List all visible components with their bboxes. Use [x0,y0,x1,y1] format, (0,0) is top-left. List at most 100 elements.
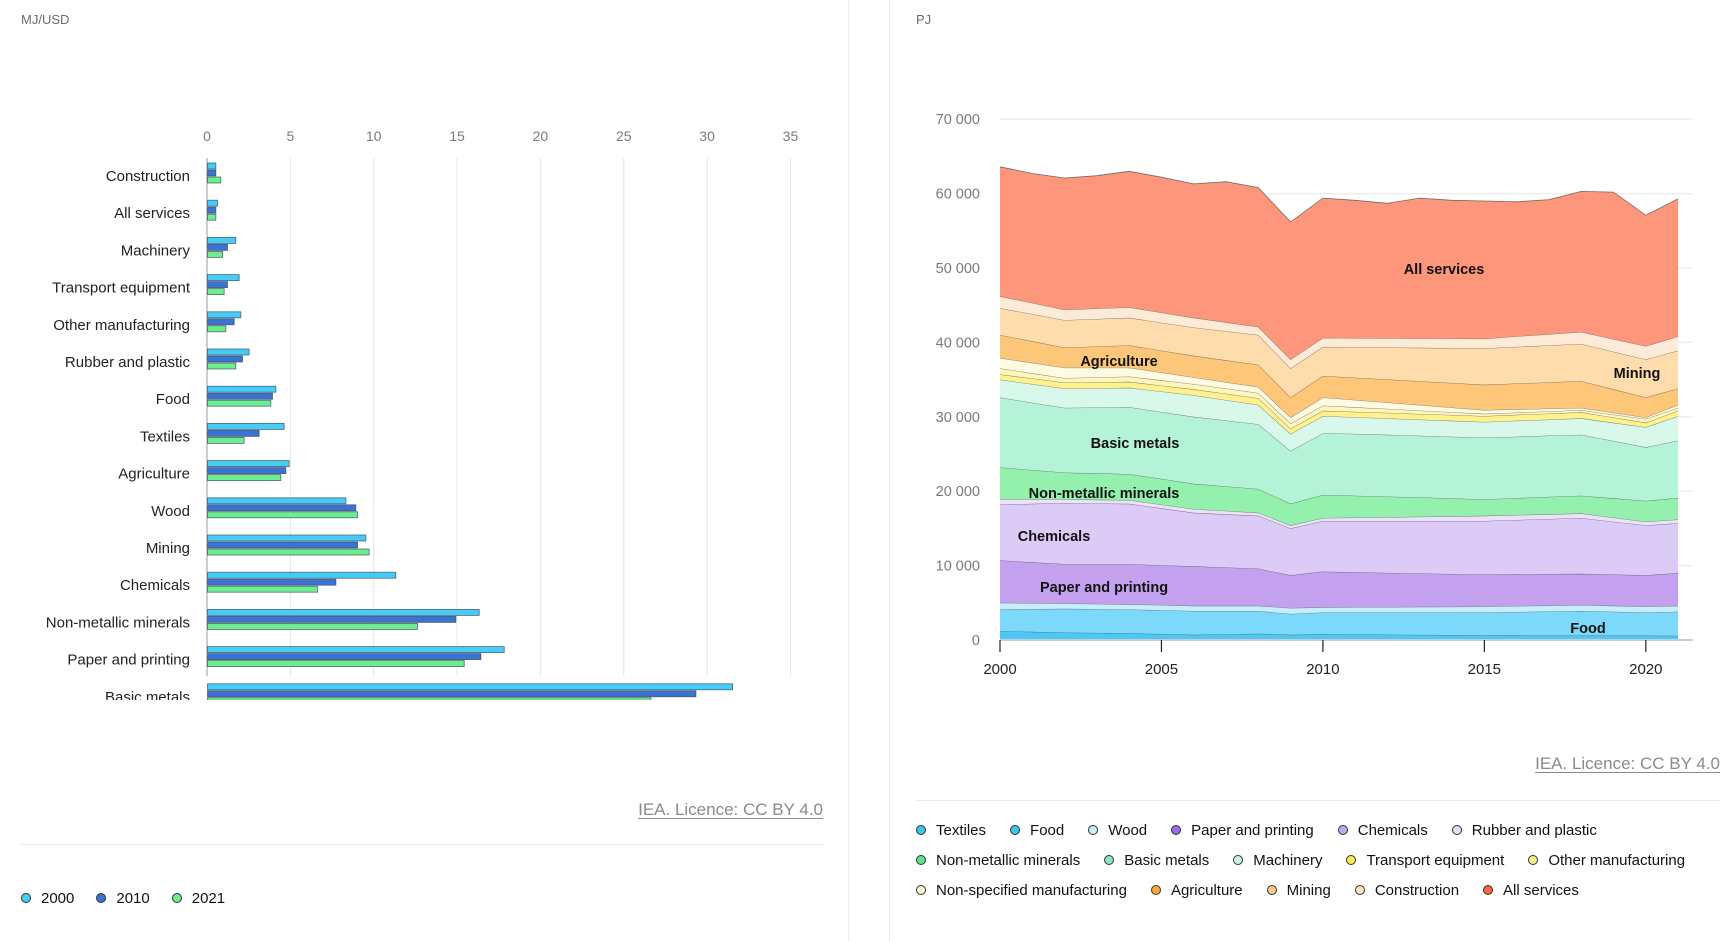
bar-other-manufacturing-2010[interactable] [207,318,235,326]
bar-agriculture-2010[interactable] [207,467,287,475]
category-label: Transport equipment [52,280,191,297]
bar-non-metallic-minerals-2021[interactable] [207,623,418,630]
area-legend-item-construction[interactable]: Construction [1354,875,1459,905]
legend-label: Chemicals [1357,821,1428,839]
bar-all-services-2010[interactable] [207,206,217,214]
legend-marker-icon [1354,885,1365,895]
legend-marker-icon [171,893,182,903]
area-legend-item-all-services[interactable]: All services [1483,875,1579,905]
legend-marker-icon [21,893,31,903]
right-legend: Textiles Food Wood Paper and printing Chemic… [916,815,1726,905]
area-legend-item-textiles[interactable]: Textiles [916,815,986,845]
bar-paper-and-printing-2010[interactable] [207,653,482,660]
bar-transport-equipment-2021[interactable] [207,288,225,296]
bar-mining-2021[interactable] [207,548,370,556]
bar-wood-2010[interactable] [207,504,357,512]
left-legend: 2000 2010 2021 [21,883,247,913]
bar-non-metallic-minerals-2000[interactable] [207,609,480,616]
y-tick-label: 60 000 [936,187,980,203]
bar-basic-metals-2000[interactable] [207,683,734,691]
bar-mining-2010[interactable] [207,541,358,549]
bar-all-services-2000[interactable] [207,199,218,207]
y-tick-label: 70 000 [936,112,980,128]
category-label: Basic metals [105,689,190,700]
bar-agriculture-2021[interactable] [207,474,282,482]
bar-chemicals-2000[interactable] [207,571,397,579]
bar-machinery-2010[interactable] [207,243,228,251]
area-legend-item-paper-and-printing[interactable]: Paper and printing [1171,815,1314,845]
bar-textiles-2000[interactable] [207,422,285,430]
category-label: Mining [146,540,190,557]
y-tick-label: 40 000 [936,335,980,351]
bar-mining-2000[interactable] [207,534,367,542]
bar-paper-and-printing-2021[interactable] [207,660,465,667]
legend-marker-icon [1266,885,1277,895]
x-tick-label: 2020 [1629,661,1662,678]
legend-marker-icon [1171,825,1182,835]
legend-label: 2021 [191,889,226,907]
area-legend-item-rubber-and-plastic[interactable]: Rubber and plastic [1451,815,1597,845]
category-label: Food [156,391,190,408]
bar-legend-item-2021[interactable]: 2021 [171,883,226,913]
bar-transport-equipment-2000[interactable] [207,274,240,282]
legend-label: Textiles [936,821,987,839]
area-legend-item-food[interactable]: Food [1010,815,1064,845]
area-legend-item-machinery[interactable]: Machinery [1233,845,1322,875]
area-legend-item-wood[interactable]: Wood [1088,815,1147,845]
area-legend-item-agriculture[interactable]: Agriculture [1150,875,1243,905]
bar-construction-2010[interactable] [207,169,217,177]
bar-paper-and-printing-2000[interactable] [207,646,505,653]
legend-label: Non-specified manufacturing [936,881,1127,899]
bar-rubber-and-plastic-2021[interactable] [207,362,237,370]
bar-chemicals-2021[interactable] [207,585,318,593]
bar-legend-item-2000[interactable]: 2000 [21,883,74,913]
category-label: Paper and printing [67,652,190,669]
bar-wood-2021[interactable] [207,511,358,519]
x-tick-label: 2005 [1145,661,1178,678]
area-legend-item-mining[interactable]: Mining [1266,875,1331,905]
category-label: All services [114,205,190,222]
legend-label: Mining [1286,881,1331,899]
bar-rubber-and-plastic-2000[interactable] [207,348,250,356]
area-label-all-services: All services [1404,262,1485,278]
area-chart: 0 10 000 20 000 30 000 40 000 50 000 60 000 70 … [936,112,1693,678]
area-legend-item-transport-equipment[interactable]: Transport equipment [1346,845,1504,875]
bar-textiles-2021[interactable] [207,436,245,444]
bar-agriculture-2000[interactable] [207,460,290,468]
area-label-food: Food [1570,621,1605,637]
bar-basic-metals-2010[interactable] [207,690,697,698]
bar-transport-equipment-2010[interactable] [207,281,228,289]
bar-rubber-and-plastic-2010[interactable] [207,355,243,363]
legend-label: Paper and printing [1191,821,1314,839]
legend-marker-icon [1337,825,1348,835]
legend-label: 2010 [116,889,150,907]
bar-other-manufacturing-2021[interactable] [207,325,227,333]
bar-food-2010[interactable] [207,392,273,400]
right-licence-link[interactable]: IEA. Licence: CC BY 4.0 [1535,754,1720,774]
left-licence-link[interactable]: IEA. Licence: CC BY 4.0 [638,800,823,820]
bar-food-2000[interactable] [207,385,277,393]
x-tick-label: 0 [203,128,211,144]
bar-wood-2000[interactable] [207,497,347,505]
bar-chemicals-2010[interactable] [207,578,337,586]
area-legend-item-non-specified-manufacturing[interactable]: Non-specified manufacturing [916,875,1127,905]
area-legend-item-other-manufacturing[interactable]: Other manufacturing [1528,845,1685,875]
area-legend-item-non-metallic-minerals[interactable]: Non-metallic minerals [916,845,1080,875]
bar-legend-item-2010[interactable]: 2010 [96,883,150,913]
x-tick-label: 5 [286,128,294,144]
bar-construction-2021[interactable] [207,176,222,184]
bar-machinery-2000[interactable] [207,236,237,244]
bar-machinery-2021[interactable] [207,250,223,258]
bar-textiles-2010[interactable] [207,429,260,437]
bar-basic-metals-2021[interactable] [207,697,652,700]
bar-all-services-2021[interactable] [207,213,217,221]
legend-label: All services [1503,881,1579,899]
bar-food-2021[interactable] [207,399,272,407]
area-legend-item-basic-metals[interactable]: Basic metals [1104,845,1209,875]
area-legend-item-chemicals[interactable]: Chemicals [1337,815,1428,845]
bar-construction-2000[interactable] [207,162,217,170]
category-label: Agriculture [118,466,190,483]
category-label: Wood [151,503,190,520]
bar-other-manufacturing-2000[interactable] [207,311,242,319]
bar-non-metallic-minerals-2010[interactable] [207,616,457,623]
